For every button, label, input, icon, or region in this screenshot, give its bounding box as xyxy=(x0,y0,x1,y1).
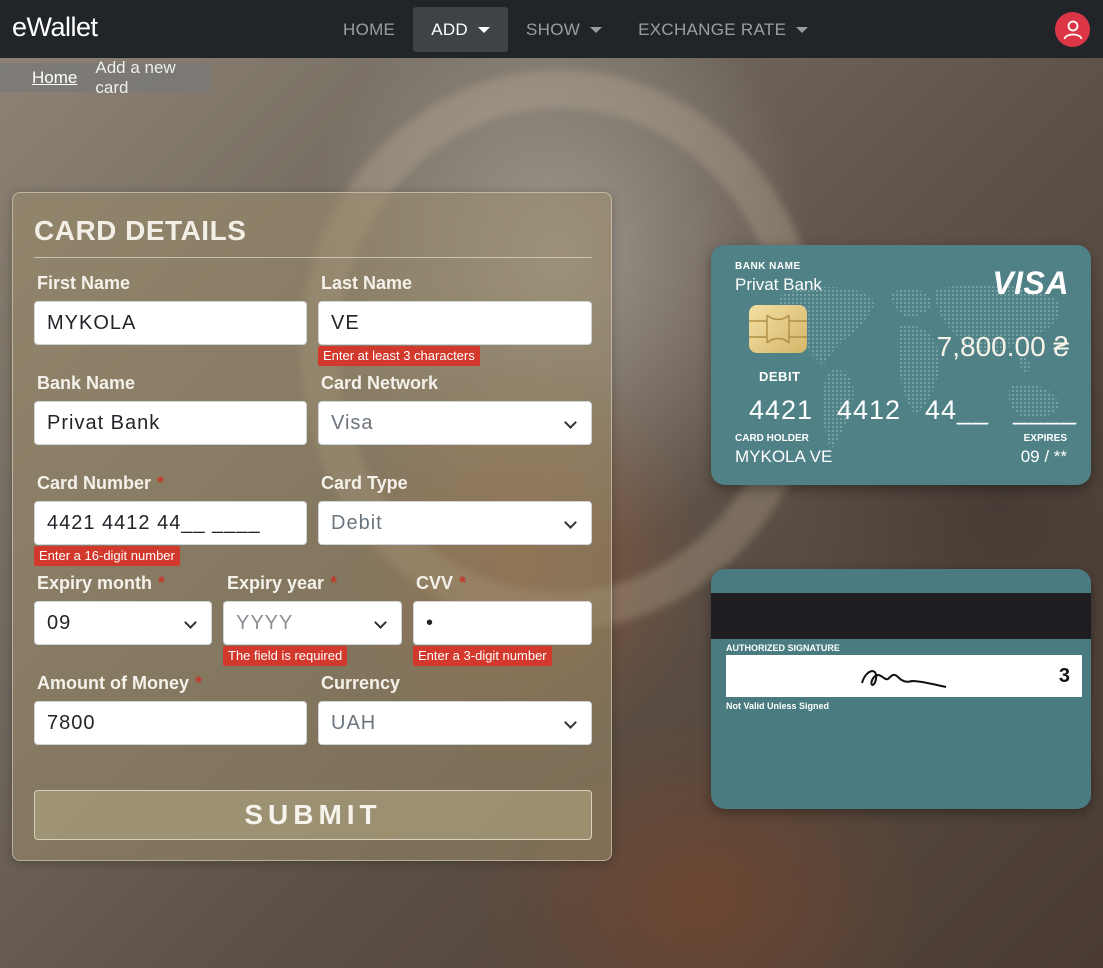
nav-add-dropdown[interactable]: ADD xyxy=(413,7,508,52)
nav-items: HOME ADD SHOW EXCHANGE RATE xyxy=(325,7,826,52)
first-name-label: First Name xyxy=(37,273,131,293)
magnetic-stripe xyxy=(711,593,1091,639)
cvv-error: Enter a 3-digit number xyxy=(413,646,552,666)
breadcrumb-home-link[interactable]: Home xyxy=(32,68,77,88)
user-avatar-button[interactable] xyxy=(1055,12,1090,47)
caret-down-icon xyxy=(478,26,490,33)
nav-exchange-rate-dropdown[interactable]: EXCHANGE RATE xyxy=(620,7,826,52)
card-number-error: Enter a 16-digit number xyxy=(34,546,180,566)
card-type-text: DEBIT xyxy=(759,369,801,384)
signature-box: 3 xyxy=(726,655,1082,697)
cvv-label: CVV * xyxy=(416,573,466,594)
card-network-select[interactable]: Visa xyxy=(318,401,592,445)
submit-button[interactable]: SUBMIT xyxy=(34,790,592,840)
card-number-group: 4421 xyxy=(749,395,814,425)
expiry-month-label-text: Expiry month xyxy=(37,573,153,593)
form-title: CARD DETAILS xyxy=(34,215,247,246)
breadcrumb-current: Add a new card xyxy=(95,57,176,97)
required-mark: * xyxy=(459,573,467,593)
signature-icon xyxy=(861,670,947,688)
brand-logo[interactable]: eWallet xyxy=(12,12,98,43)
card-expires-label: EXPIRES xyxy=(1023,433,1067,444)
card-type-value: Debit xyxy=(331,511,383,534)
card-holder-name: MYKOLA VE xyxy=(735,447,833,466)
nav-exchange-rate-label: EXCHANGE RATE xyxy=(638,19,787,39)
card-network-value: Visa xyxy=(331,411,374,434)
expiry-year-placeholder: YYYY xyxy=(236,611,294,634)
card-details-form: CARD DETAILS First Name MYKOLA Last Name… xyxy=(12,192,612,861)
signature-label: AUTHORIZED SIGNATURE xyxy=(726,643,840,653)
card-number-label: Card Number * xyxy=(37,473,164,494)
card-bank-name: Privat Bank xyxy=(735,275,822,294)
navbar: eWallet HOME ADD SHOW EXCHANGE RATE xyxy=(0,0,1103,58)
required-mark: * xyxy=(330,573,338,593)
caret-down-icon xyxy=(796,26,809,33)
expiry-month-select[interactable]: 09 xyxy=(34,601,212,645)
card-bank-name-label: BANK NAME xyxy=(735,261,801,272)
last-name-label: Last Name xyxy=(321,273,413,293)
amount-label: Amount of Money * xyxy=(37,673,202,694)
nav-show-dropdown[interactable]: SHOW xyxy=(508,7,620,52)
currency-label: Currency xyxy=(321,673,401,693)
currency-value: UAH xyxy=(331,711,377,734)
bank-name-input[interactable]: Privat Bank xyxy=(34,401,307,445)
nav-show-label: SHOW xyxy=(526,19,581,39)
card-preview-back: AUTHORIZED SIGNATURE 3 Not Valid Unless … xyxy=(711,569,1091,809)
card-network-label: Card Network xyxy=(321,373,439,393)
last-name-input[interactable]: VE xyxy=(318,301,592,345)
user-icon xyxy=(1063,20,1082,39)
card-number-group: ____ xyxy=(1013,395,1078,425)
expiry-month-value: 09 xyxy=(47,611,72,634)
nav-home-label: HOME xyxy=(343,19,396,39)
cvv-label-text: CVV xyxy=(416,573,454,593)
expiry-year-label-text: Expiry year xyxy=(227,573,325,593)
chevron-down-icon xyxy=(184,616,197,629)
bank-name-label: Bank Name xyxy=(37,373,136,393)
chevron-down-icon xyxy=(564,716,577,729)
card-type-select[interactable]: Debit xyxy=(318,501,592,545)
card-back-cvv: 3 xyxy=(1058,665,1070,687)
card-amount: 7,800.00 ₴ xyxy=(936,331,1069,362)
expiry-month-label: Expiry month * xyxy=(37,573,165,594)
chevron-down-icon xyxy=(564,516,577,529)
expiry-year-error: The field is required xyxy=(223,646,348,666)
chevron-down-icon xyxy=(374,616,387,629)
required-mark: * xyxy=(158,573,166,593)
card-type-label: Card Type xyxy=(321,473,408,493)
amount-label-text: Amount of Money xyxy=(37,673,189,693)
required-mark: * xyxy=(194,673,202,693)
currency-select[interactable]: UAH xyxy=(318,701,592,745)
card-number-input[interactable]: 4421 4412 44__ ____ xyxy=(34,501,307,545)
title-divider xyxy=(34,257,592,258)
caret-down-icon xyxy=(590,26,603,33)
card-number-group: 4412 xyxy=(837,395,902,425)
chip-icon xyxy=(749,305,807,353)
amount-input[interactable]: 7800 xyxy=(34,701,307,745)
card-number-group: 44__ xyxy=(925,395,990,425)
card-holder-label: CARD HOLDER xyxy=(735,433,809,444)
nav-home[interactable]: HOME xyxy=(325,7,413,52)
breadcrumb: Home Add a new card xyxy=(0,58,210,97)
card-expires: 09 / ** xyxy=(1020,447,1067,466)
card-number-label-text: Card Number xyxy=(37,473,152,493)
expiry-year-select[interactable]: YYYY xyxy=(223,601,402,645)
chevron-down-icon xyxy=(564,416,577,429)
card-network-logo: VISA xyxy=(992,265,1069,301)
last-name-error: Enter at least 3 characters xyxy=(318,346,480,366)
not-valid-note: Not Valid Unless Signed xyxy=(726,701,830,711)
required-mark: * xyxy=(157,473,165,493)
nav-add-label: ADD xyxy=(431,19,468,39)
card-preview-front: BANK NAME Privat Bank VISA 7,800.00 ₴ DE… xyxy=(711,245,1091,485)
first-name-input[interactable]: MYKOLA xyxy=(34,301,307,345)
expiry-year-label: Expiry year * xyxy=(227,573,337,594)
cvv-input[interactable]: • xyxy=(413,601,592,645)
